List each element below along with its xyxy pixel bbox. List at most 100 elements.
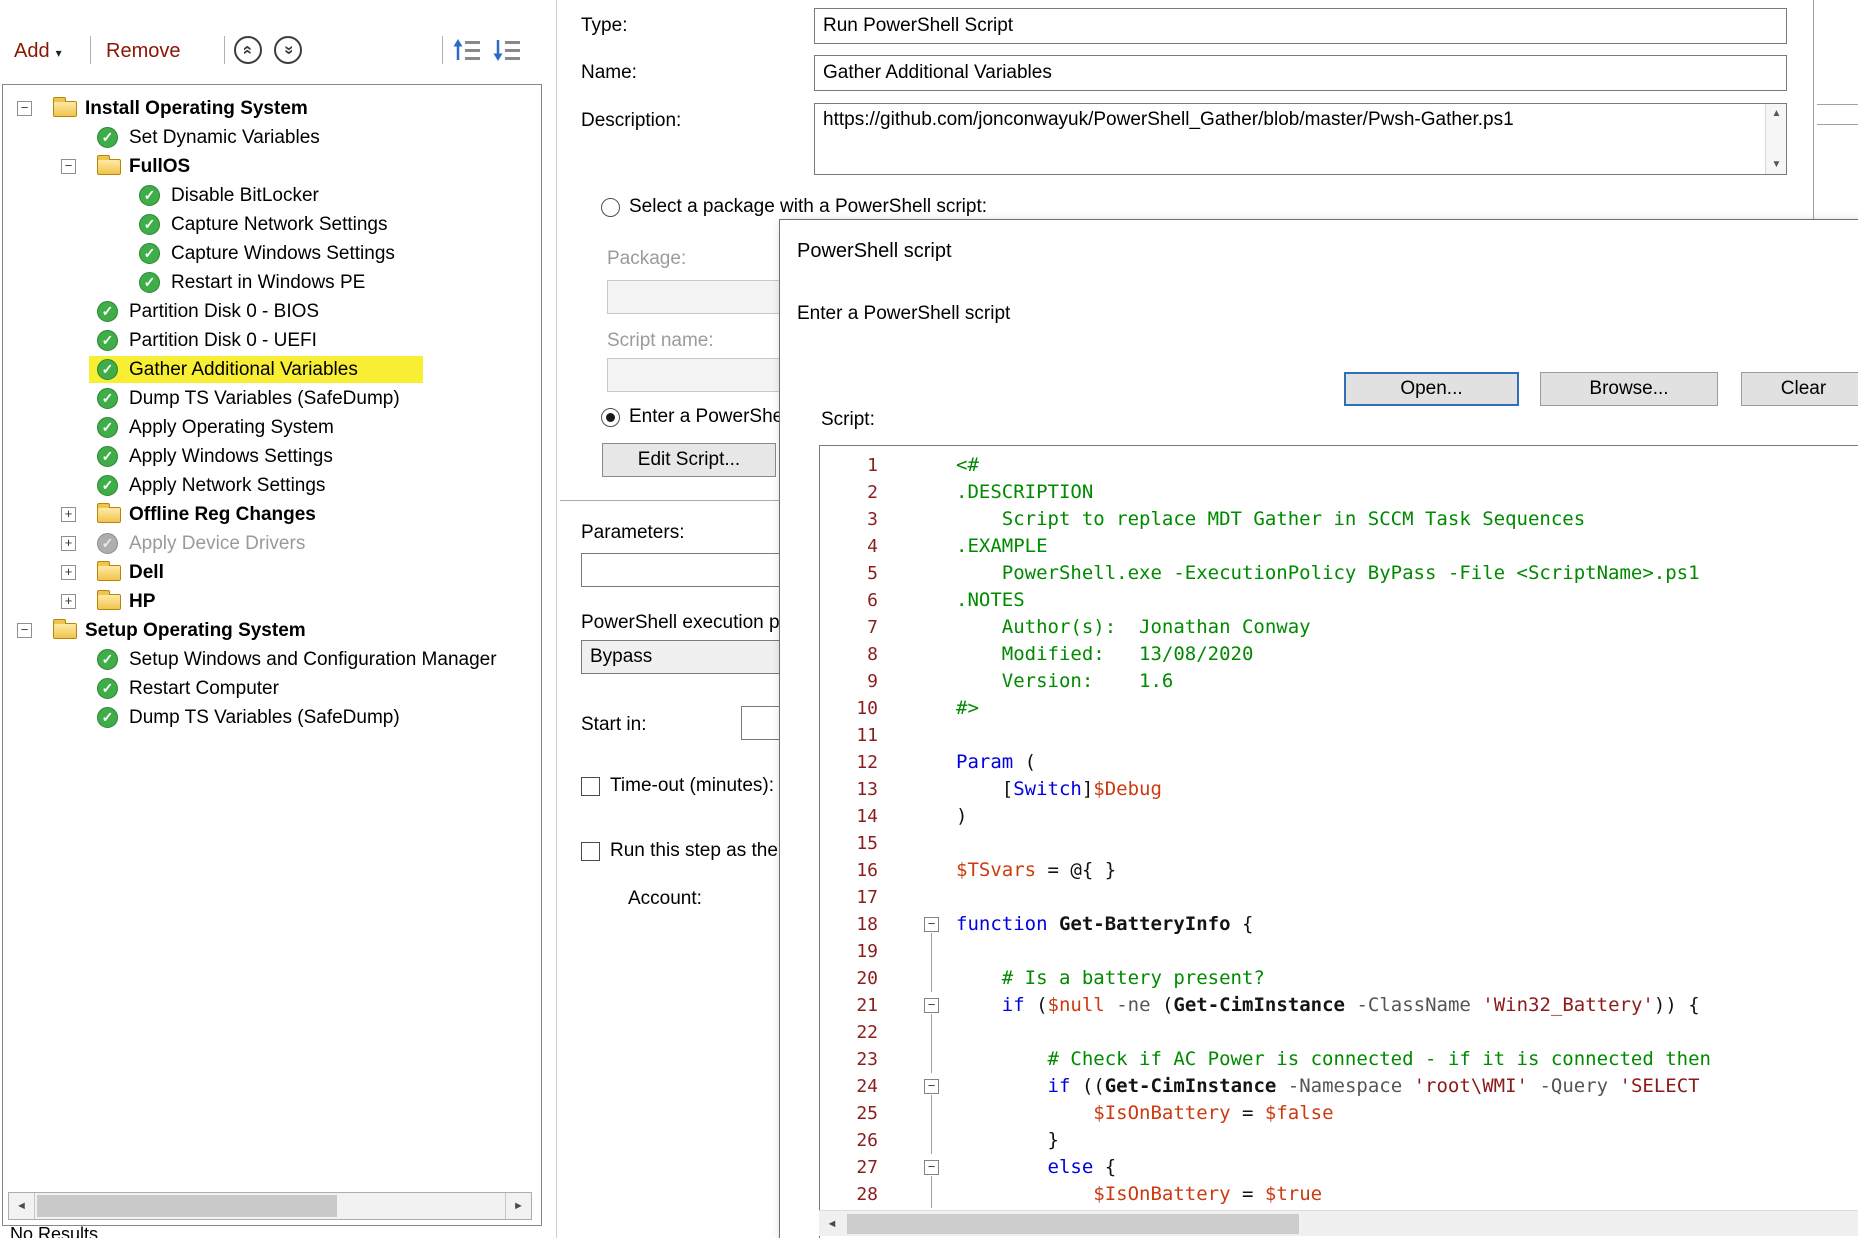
editor-horizontal-scrollbar[interactable]: ◄ [819, 1210, 1858, 1236]
line-number: 6 [820, 587, 890, 614]
fold-margin [890, 641, 956, 668]
tree-item[interactable]: ✓Apply Network Settings [3, 471, 541, 500]
code-line-19: 19 [820, 938, 1858, 965]
tree-item[interactable]: −FullOS [3, 152, 541, 181]
fold-collapse-icon[interactable]: − [924, 1160, 939, 1175]
expand-all-icon: « [276, 38, 300, 62]
expand-toggle-icon[interactable]: + [61, 536, 76, 551]
scrollbar-thumb[interactable] [37, 1195, 337, 1217]
fold-collapse-icon[interactable]: − [924, 917, 939, 932]
tree-item[interactable]: ✓Apply Operating System [3, 413, 541, 442]
tree-item[interactable]: ✓Restart Computer [3, 674, 541, 703]
fold-margin [890, 749, 956, 776]
tree-item[interactable]: −Setup Operating System [3, 616, 541, 645]
scroll-left-icon[interactable]: ◄ [819, 1211, 845, 1237]
description-label: Description: [581, 110, 681, 132]
code-line-23: 23 # Check if AC Power is connected - if… [820, 1046, 1858, 1073]
step-status-check-icon: ✓ [97, 707, 118, 728]
tree-item[interactable]: ✓Apply Windows Settings [3, 442, 541, 471]
panel-edge-line [1817, 124, 1858, 125]
code-text: PowerShell.exe -ExecutionPolicy ByPass -… [956, 560, 1700, 587]
fold-margin[interactable]: − [890, 1073, 956, 1100]
fold-margin[interactable]: − [890, 992, 956, 1019]
tree-item[interactable]: ✓Dump TS Variables (SafeDump) [3, 703, 541, 732]
collapse-all-button[interactable]: « [234, 36, 262, 64]
collapse-toggle-icon[interactable]: − [17, 623, 32, 638]
line-number: 23 [820, 1046, 890, 1073]
tree-item-label: Capture Network Settings [171, 210, 388, 239]
tree-item[interactable]: +✓Apply Device Drivers [3, 529, 541, 558]
line-number: 27 [820, 1154, 890, 1181]
tree-item[interactable]: ✓Partition Disk 0 - UEFI [3, 326, 541, 355]
scroll-down-icon[interactable]: ▼ [1766, 159, 1787, 170]
tree-item[interactable]: ✓Setup Windows and Configuration Manager [3, 645, 541, 674]
fold-guide-line [931, 1181, 932, 1208]
tree-item[interactable]: ✓Partition Disk 0 - BIOS [3, 297, 541, 326]
move-item-up-icon[interactable] [452, 36, 482, 64]
collapse-toggle-icon[interactable]: − [61, 159, 76, 174]
fold-collapse-icon[interactable]: − [924, 998, 939, 1013]
clear-button[interactable]: Clear [1741, 372, 1858, 406]
step-status-check-icon: ✓ [97, 388, 118, 409]
tree-item[interactable]: −Install Operating System [3, 94, 541, 123]
step-status-check-icon: ✓ [97, 446, 118, 467]
tree-item-label: Disable BitLocker [171, 181, 319, 210]
timeout-checkbox-row[interactable]: Time-out (minutes): [581, 775, 774, 797]
tree-item[interactable]: ✓Disable BitLocker [3, 181, 541, 210]
scroll-left-icon[interactable]: ◄ [9, 1193, 35, 1219]
remove-button[interactable]: Remove [106, 40, 180, 63]
tree-horizontal-scrollbar[interactable]: ◄ ► [8, 1192, 532, 1220]
collapse-toggle-icon[interactable]: − [17, 101, 32, 116]
tree-item[interactable]: ✓Capture Windows Settings [3, 239, 541, 268]
tree-item[interactable]: ✓Set Dynamic Variables [3, 123, 541, 152]
expand-toggle-icon[interactable]: + [61, 565, 76, 580]
code-line-1: 1<# [820, 452, 1858, 479]
panel-edge-line [1817, 104, 1858, 105]
step-status-check-icon: ✓ [97, 678, 118, 699]
name-input[interactable] [814, 55, 1787, 91]
tree-item[interactable]: +HP [3, 587, 541, 616]
tree-item[interactable]: ✓Dump TS Variables (SafeDump) [3, 384, 541, 413]
expand-all-button[interactable]: « [274, 36, 302, 64]
add-button[interactable]: Add▾ [14, 40, 62, 63]
select-package-radio[interactable]: Select a package with a PowerShell scrip… [601, 195, 987, 219]
add-dropdown-arrow-icon: ▾ [56, 46, 62, 60]
expand-toggle-icon[interactable]: + [61, 594, 76, 609]
step-status-check-icon: ✓ [97, 649, 118, 670]
scroll-up-icon[interactable]: ▲ [1766, 108, 1787, 119]
fold-collapse-icon[interactable]: − [924, 1079, 939, 1094]
fold-margin [890, 803, 956, 830]
expand-toggle-icon[interactable]: + [61, 507, 76, 522]
code-line-3: 3 Script to replace MDT Gather in SCCM T… [820, 506, 1858, 533]
scrollbar-thumb[interactable] [847, 1214, 1299, 1234]
tree-item[interactable]: +Dell [3, 558, 541, 587]
tree-item[interactable]: ✓Restart in Windows PE [3, 268, 541, 297]
edit-script-button[interactable]: Edit Script... [602, 443, 776, 477]
tree-item[interactable]: ✓Capture Network Settings [3, 210, 541, 239]
open-button[interactable]: Open... [1344, 372, 1519, 406]
line-number: 18 [820, 911, 890, 938]
start-in-label: Start in: [581, 714, 646, 736]
code-text: ) [956, 803, 967, 830]
code-line-16: 16$TSvars = @{ } [820, 857, 1858, 884]
step-status-check-icon: ✓ [97, 359, 118, 380]
browse-button[interactable]: Browse... [1540, 372, 1718, 406]
description-value: https://github.com/jonconwayuk/PowerShel… [823, 109, 1514, 131]
tree-item[interactable]: ✓Gather Additional Variables [3, 355, 541, 384]
tree-item-label: Set Dynamic Variables [129, 123, 320, 152]
tree-item-label: Restart in Windows PE [171, 268, 365, 297]
group-folder-icon [97, 507, 121, 523]
description-scrollbar[interactable]: ▲ ▼ [1765, 104, 1786, 174]
timeout-checkbox[interactable] [581, 777, 600, 796]
description-field[interactable]: https://github.com/jonconwayuk/PowerShel… [814, 103, 1787, 175]
fold-margin[interactable]: − [890, 911, 956, 938]
tree-item[interactable]: +Offline Reg Changes [3, 500, 541, 529]
script-code-editor[interactable]: 1<#2.DESCRIPTION3 Script to replace MDT … [819, 445, 1858, 1238]
timeout-label: Time-out (minutes): [610, 775, 774, 797]
code-text: Author(s): Jonathan Conway [956, 614, 1311, 641]
move-item-down-icon[interactable] [492, 36, 522, 64]
scroll-right-icon[interactable]: ► [505, 1193, 531, 1219]
type-input[interactable] [814, 8, 1787, 44]
fold-margin[interactable]: − [890, 1154, 956, 1181]
run-as-checkbox[interactable] [581, 842, 600, 861]
